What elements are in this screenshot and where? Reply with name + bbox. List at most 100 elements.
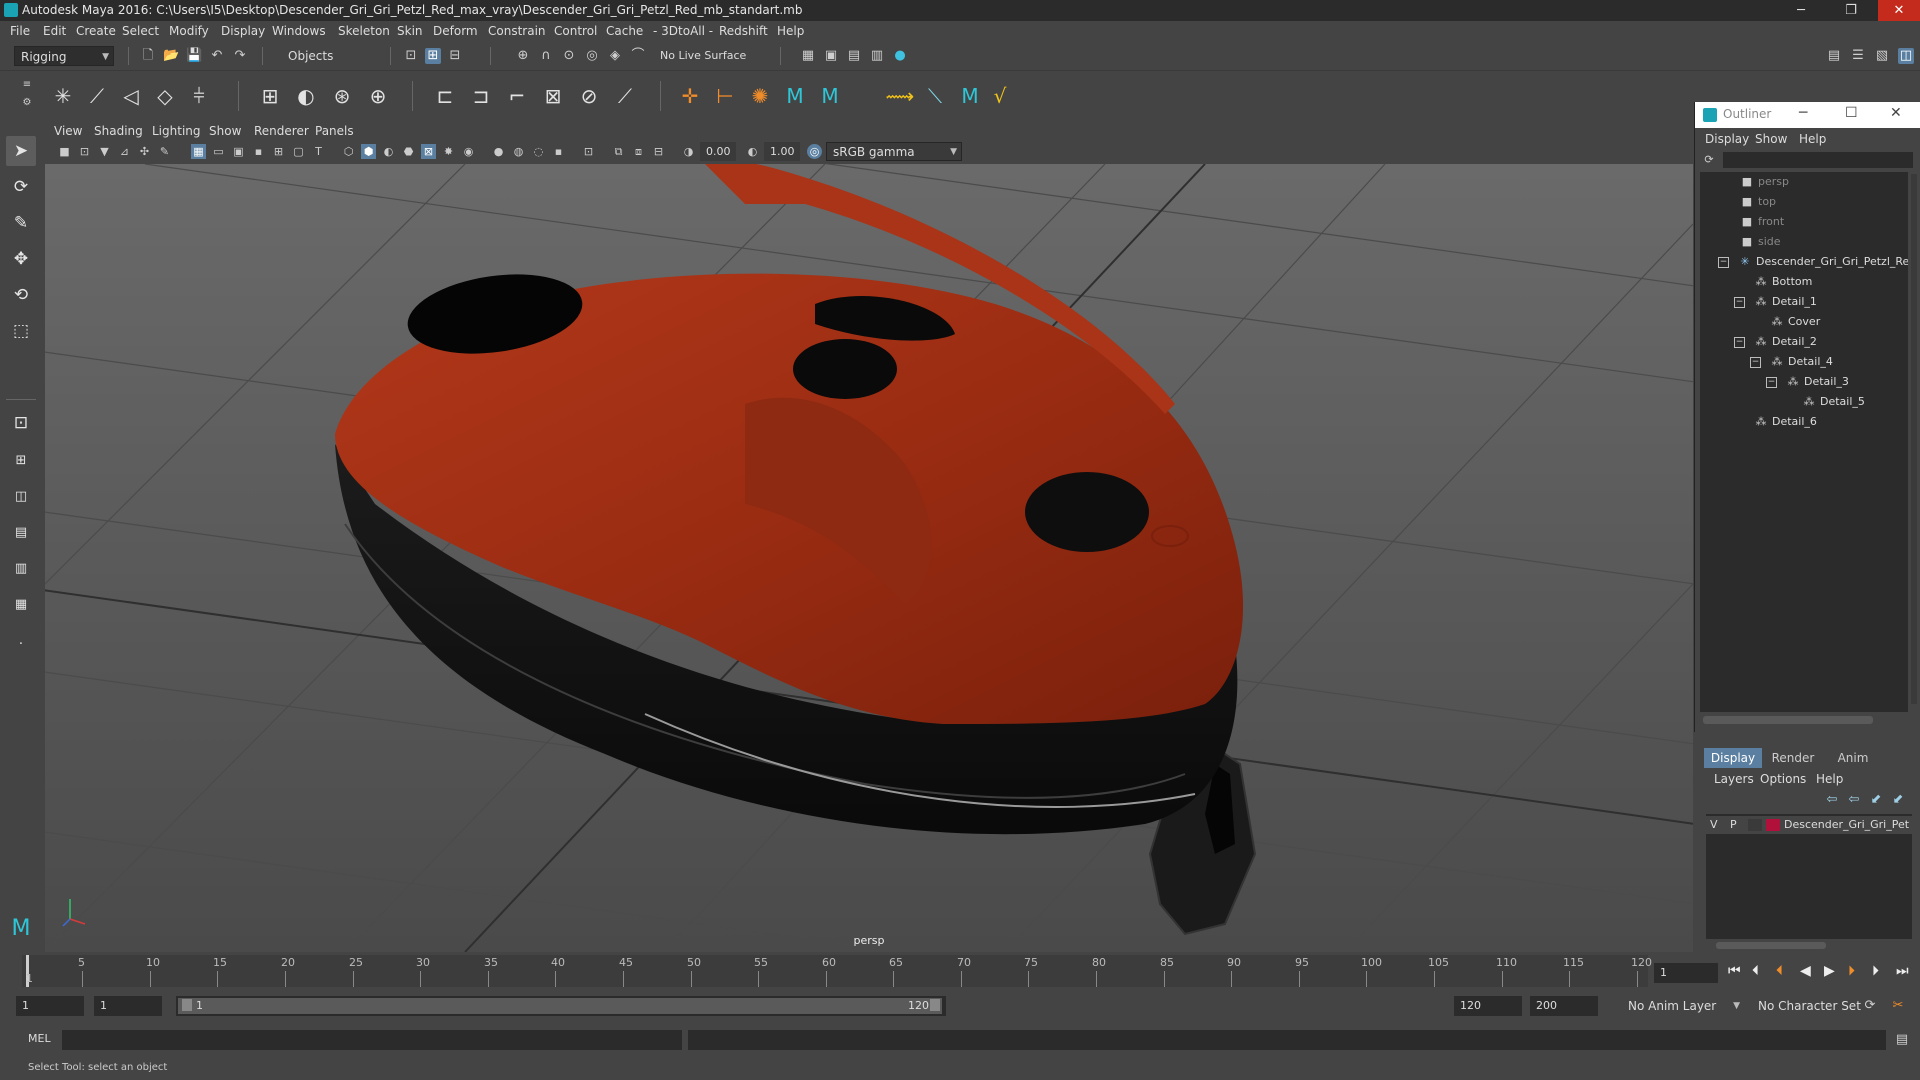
- restore-button[interactable]: ❐: [1830, 0, 1872, 21]
- two-d-pan-icon[interactable]: ✣: [137, 144, 152, 159]
- collapse-icon[interactable]: −: [1718, 257, 1729, 268]
- resolution-gate-icon[interactable]: ▣: [231, 144, 246, 159]
- point-constraint-icon[interactable]: ⊐: [466, 81, 496, 111]
- render-view-icon[interactable]: ▦: [800, 48, 816, 64]
- snap-grid-icon[interactable]: ⊕: [515, 48, 531, 64]
- layer-menu-layers[interactable]: Layers: [1714, 772, 1754, 786]
- ik-spline-icon[interactable]: ◁: [116, 81, 146, 111]
- ik-handle-icon[interactable]: ⟋: [82, 81, 112, 111]
- camera-attributes-icon[interactable]: ⊡: [77, 144, 92, 159]
- outliner-node-persp[interactable]: ■ persp: [1740, 173, 1789, 191]
- textured-icon[interactable]: ⊠: [421, 144, 436, 159]
- select-tool-icon[interactable]: ➤: [6, 136, 36, 166]
- new-layer-icon[interactable]: ⬋: [1868, 792, 1884, 808]
- film-gate-icon[interactable]: ▭: [211, 144, 226, 159]
- redo-icon[interactable]: ↷: [232, 48, 248, 64]
- hypershade-icon[interactable]: ●: [892, 48, 908, 64]
- ipr-render-icon[interactable]: ▤: [846, 48, 862, 64]
- menu-deform[interactable]: Deform: [433, 24, 478, 38]
- outliner-menu-help[interactable]: Help: [1799, 132, 1826, 146]
- orient-constraint-icon[interactable]: ⌐: [502, 81, 532, 111]
- paint-weights-icon[interactable]: ◐: [291, 81, 321, 111]
- collapse-icon[interactable]: −: [1750, 357, 1761, 368]
- outliner-layout-icon[interactable]: ▤: [6, 518, 36, 548]
- select-hierarchy-icon[interactable]: ⊡: [403, 48, 419, 64]
- shadows-icon[interactable]: ◉: [461, 144, 476, 159]
- outliner-node-top[interactable]: ■ top: [1740, 193, 1776, 211]
- menu-3dtoall[interactable]: - 3DtoAll -: [653, 24, 713, 38]
- step-back-icon[interactable]: ⏴: [1752, 963, 1759, 979]
- outliner-maximize-icon[interactable]: ☐: [1845, 105, 1858, 121]
- outliner-node-detail-3[interactable]: ⁂ Detail_3: [1786, 373, 1849, 391]
- time-ruler[interactable]: 1 5 10 15 20 25 30 35 40 45 50 55 60 65 …: [22, 955, 1652, 987]
- menu-edit[interactable]: Edit: [43, 24, 66, 38]
- use-default-material-icon[interactable]: ◐: [381, 144, 396, 159]
- attribute-editor-icon[interactable]: ▤: [1826, 48, 1842, 64]
- outliner-node-front[interactable]: ■ front: [1740, 213, 1784, 231]
- outliner-menu-show[interactable]: Show: [1755, 132, 1787, 146]
- panel-menu-lighting[interactable]: Lighting: [152, 124, 201, 138]
- range-bar[interactable]: 1 120: [176, 996, 946, 1016]
- cluster-icon[interactable]: ⊕: [363, 81, 393, 111]
- menu-skeleton[interactable]: Skeleton: [338, 24, 390, 38]
- wireframe-icon[interactable]: ⬡: [341, 144, 356, 159]
- anti-aliasing-icon[interactable]: ◌: [531, 144, 546, 159]
- panel-menu-renderer[interactable]: Renderer: [254, 124, 309, 138]
- outliner-node-detail-1[interactable]: ⁂ Detail_1: [1754, 293, 1817, 311]
- current-frame-field[interactable]: 1: [1654, 963, 1718, 983]
- menu-set-dropdown[interactable]: Rigging ▼: [14, 46, 114, 66]
- pole-vector-icon[interactable]: ⟋: [610, 81, 640, 111]
- side-by-side-layout-icon[interactable]: ◫: [6, 482, 36, 512]
- range-start-handle[interactable]: [182, 999, 192, 1011]
- outliner-vertical-scrollbar[interactable]: [1911, 174, 1917, 704]
- play-forward-icon[interactable]: ▶: [1824, 963, 1835, 979]
- step-forward-icon[interactable]: ⏵: [1872, 963, 1879, 979]
- create-joint-icon[interactable]: ✳: [48, 81, 78, 111]
- set-driven-key-icon[interactable]: ⊢: [710, 81, 740, 111]
- layer-horizontal-scrollbar[interactable]: [1716, 942, 1826, 949]
- four-view-layout-icon[interactable]: ⊞: [6, 446, 36, 476]
- new-layer-selected-icon[interactable]: ⬋: [1890, 792, 1906, 808]
- exposure-icon[interactable]: ◑: [681, 144, 696, 159]
- image-plane-icon[interactable]: ⊿: [117, 144, 132, 159]
- menu-control[interactable]: Control: [554, 24, 597, 38]
- render-settings-icon[interactable]: ▥: [869, 48, 885, 64]
- snap-curve-icon[interactable]: ∩: [538, 48, 554, 64]
- panel-menu-panels[interactable]: Panels: [315, 124, 354, 138]
- close-button[interactable]: ✕: [1878, 0, 1920, 21]
- menu-skin[interactable]: Skin: [397, 24, 423, 38]
- outliner-node-detail-6[interactable]: ⁂ Detail_6: [1754, 413, 1817, 431]
- command-input[interactable]: [62, 1030, 682, 1050]
- outliner-filter-icon[interactable]: ⟳: [1701, 152, 1717, 168]
- hypershade-layout-icon[interactable]: ▦: [6, 590, 36, 620]
- animation-end-field[interactable]: 200: [1530, 996, 1598, 1016]
- animation-preferences-icon[interactable]: ✂: [1890, 998, 1906, 1014]
- tool-settings-icon[interactable]: ☰: [1850, 48, 1866, 64]
- range-end-handle[interactable]: [930, 999, 940, 1011]
- color-management-icon[interactable]: ◎: [807, 144, 822, 159]
- new-scene-icon[interactable]: 🗋: [140, 48, 156, 64]
- scale-tool-icon[interactable]: ⬚: [6, 316, 36, 346]
- safe-title-icon[interactable]: T: [311, 144, 326, 159]
- mirror-joint-icon[interactable]: ◇: [150, 81, 180, 111]
- collapse-icon[interactable]: −: [1734, 297, 1745, 308]
- xray-joints-icon[interactable]: ⧈: [631, 144, 646, 159]
- move-layer-down-icon[interactable]: ⇦: [1846, 792, 1862, 808]
- command-language-label[interactable]: MEL: [28, 1032, 51, 1045]
- aim-constraint-icon[interactable]: ⊘: [574, 81, 604, 111]
- menu-cache[interactable]: Cache: [606, 24, 643, 38]
- bind-skin-icon[interactable]: ⊞: [255, 81, 285, 111]
- lattice-icon[interactable]: ⊛: [327, 81, 357, 111]
- auto-key-icon[interactable]: ⟳: [1862, 998, 1878, 1014]
- snap-view-icon[interactable]: ◎: [584, 48, 600, 64]
- isolate-select-icon[interactable]: ⊡: [581, 144, 596, 159]
- move-tool-icon[interactable]: ✥: [6, 244, 36, 274]
- smooth-shade-icon[interactable]: ⬢: [361, 144, 376, 159]
- menu-display[interactable]: Display: [221, 24, 265, 38]
- snap-point-icon[interactable]: ⊙: [561, 48, 577, 64]
- view-transform-dropdown[interactable]: sRGB gamma ▼: [826, 142, 962, 161]
- exposure-field[interactable]: 0.00: [700, 142, 736, 161]
- outliner-search-input[interactable]: [1723, 152, 1913, 168]
- xray-icon[interactable]: ⧉: [611, 144, 626, 159]
- custom-layout-icon[interactable]: ·: [6, 630, 36, 660]
